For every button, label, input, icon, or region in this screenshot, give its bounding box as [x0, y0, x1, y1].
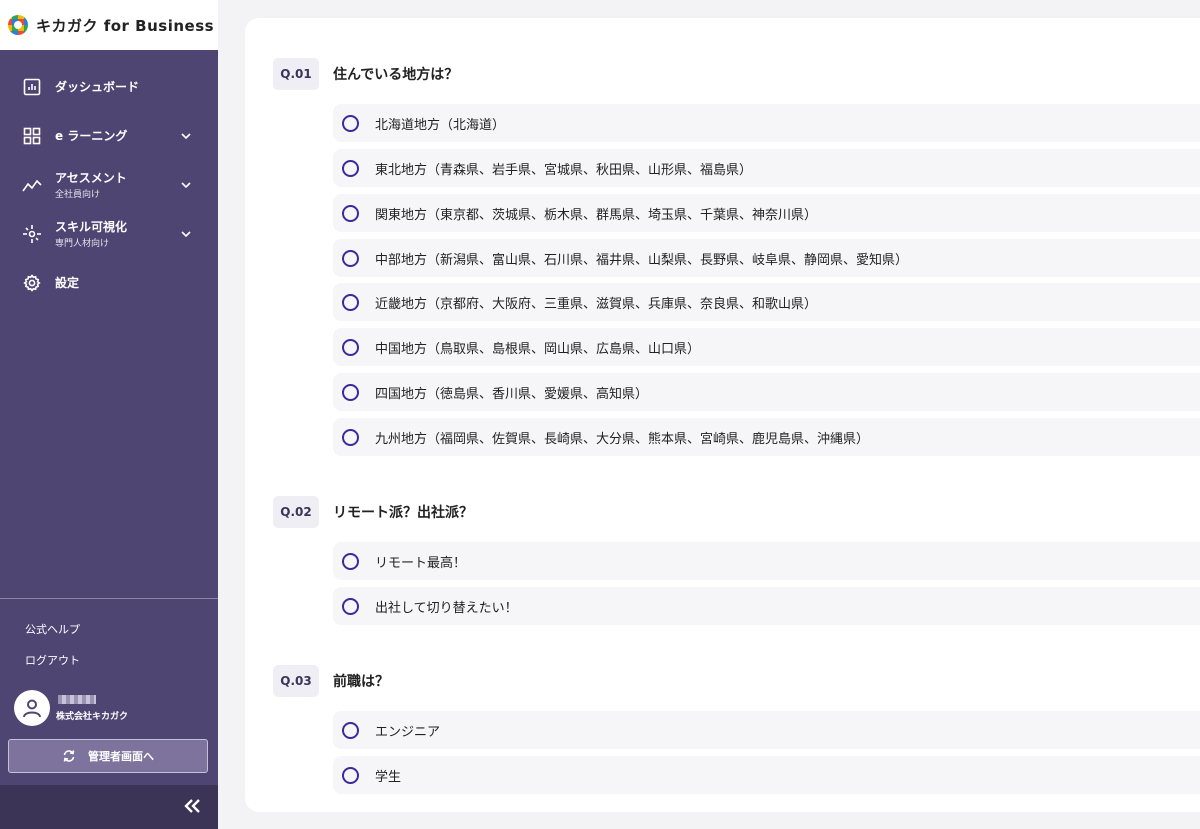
- company-name: 株式会社キカガク: [56, 711, 129, 722]
- answer-option[interactable]: 四国地方（徳島県、香川県、愛媛県、高知県）: [333, 373, 1200, 411]
- sidebar: キカガク for Business ダッシュボード e ラーニング アセスメント…: [0, 0, 218, 829]
- option-label: リモート最高！: [375, 555, 467, 571]
- nav-label: スキル可視化: [55, 220, 128, 234]
- radio-button[interactable]: [342, 293, 359, 311]
- option-label: エンジニア: [375, 724, 441, 740]
- sidebar-divider: [0, 598, 218, 599]
- nav-item-skill-visualization[interactable]: スキル可視化 専門人材向け: [0, 209, 218, 258]
- question-heading: Q.03 前職は？: [273, 665, 389, 697]
- answer-option[interactable]: リモート最高！: [333, 542, 1200, 580]
- answer-option[interactable]: 東北地方（青森県、岩手県、宮城県、秋田県、山形県、福島県）: [333, 149, 1200, 187]
- answer-option[interactable]: 中部地方（新潟県、富山県、石川県、福井県、山梨県、長野県、岐阜県、静岡県、愛知県…: [333, 239, 1200, 277]
- option-label: 中部地方（新潟県、富山県、石川県、福井県、山梨県、長野県、岐阜県、静岡県、愛知県…: [375, 252, 909, 268]
- answer-option[interactable]: 中国地方（鳥取県、島根県、岡山県、広島県、山口県）: [333, 328, 1200, 366]
- radio-button[interactable]: [342, 428, 359, 446]
- nav-menu: ダッシュボード e ラーニング アセスメント 全社員向け スキル可視化 専門人材…: [0, 62, 218, 307]
- logout-link[interactable]: ログアウト: [25, 652, 80, 668]
- radio-button[interactable]: [342, 249, 359, 267]
- answer-option[interactable]: 北海道地方（北海道）: [333, 104, 1200, 142]
- question-number: Q.03: [273, 665, 319, 697]
- chart-icon: [22, 77, 42, 97]
- answer-option[interactable]: 学生: [333, 756, 1200, 794]
- question-text: 前職は？: [333, 674, 389, 690]
- question-text: 住んでいる地方は？: [333, 67, 459, 83]
- option-label: 中国地方（鳥取県、島根県、岡山県、広島県、山口県）: [375, 341, 701, 357]
- nav-item-elearning[interactable]: e ラーニング: [0, 111, 218, 160]
- chevron-down-icon: [181, 230, 191, 237]
- nav-label: アセスメント: [55, 171, 127, 185]
- help-link[interactable]: 公式ヘルプ: [25, 621, 80, 637]
- radio-button[interactable]: [342, 766, 359, 784]
- chevron-down-icon: [181, 132, 191, 139]
- answer-option[interactable]: 出社して切り替えたい！: [333, 587, 1200, 625]
- radio-button[interactable]: [342, 597, 359, 615]
- nav-label: e ラーニング: [55, 129, 128, 143]
- spark-icon: [22, 224, 42, 244]
- trend-icon: [22, 175, 42, 195]
- option-label: 出社して切り替えたい！: [375, 600, 518, 616]
- option-label: 九州地方（福岡県、佐賀県、長崎県、大分県、熊本県、宮崎県、鹿児島県、沖縄県）: [375, 431, 870, 447]
- question-number: Q.01: [273, 58, 319, 90]
- user-profile[interactable]: 株式会社キカガク: [14, 690, 128, 726]
- nav-item-settings[interactable]: 設定: [0, 258, 218, 307]
- user-name-redacted: [58, 694, 96, 704]
- question-text: リモート派？出社派？: [333, 505, 473, 521]
- user-icon: [23, 699, 41, 718]
- option-label: 北海道地方（北海道）: [375, 117, 506, 133]
- option-label: 四国地方（徳島県、香川県、愛媛県、高知県）: [375, 386, 649, 402]
- nav-label: 設定: [55, 276, 80, 290]
- question-number: Q.02: [273, 496, 319, 528]
- answer-option[interactable]: 九州地方（福岡県、佐賀県、長崎県、大分県、熊本県、宮崎県、鹿児島県、沖縄県）: [333, 418, 1200, 456]
- gear-icon: [22, 273, 42, 293]
- nav-label: ダッシュボード: [55, 80, 140, 94]
- radio-button[interactable]: [342, 383, 359, 401]
- sync-icon: [63, 750, 75, 762]
- nav-sublabel: 全社員向け: [55, 190, 101, 200]
- brand-logo-icon: [8, 15, 28, 35]
- answer-option[interactable]: エンジニア: [333, 711, 1200, 749]
- radio-button[interactable]: [342, 204, 359, 222]
- option-label: 東北地方（青森県、岩手県、宮城県、秋田県、山形県、福島県）: [375, 162, 753, 178]
- nav-item-assessment[interactable]: アセスメント 全社員向け: [0, 160, 218, 209]
- brand-header[interactable]: キカガク for Business: [0, 0, 218, 50]
- option-label: 学生: [375, 769, 402, 785]
- admin-button-label: 管理者画面へ: [88, 750, 154, 763]
- option-label: 関東地方（東京都、茨城県、栃木県、群馬県、埼玉県、千葉県、神奈川県）: [375, 207, 818, 223]
- answer-option[interactable]: 関東地方（東京都、茨城県、栃木県、群馬県、埼玉県、千葉県、神奈川県）: [333, 194, 1200, 232]
- nav-sublabel: 専門人材向け: [55, 239, 110, 249]
- admin-screen-button[interactable]: 管理者画面へ: [8, 739, 208, 773]
- grid-icon: [22, 126, 42, 146]
- question-heading: Q.01 住んでいる地方は？: [273, 58, 458, 90]
- nav-item-dashboard[interactable]: ダッシュボード: [0, 62, 218, 111]
- brand-name: キカガク for Business: [36, 16, 215, 35]
- option-label: 近畿地方（京都府、大阪府、三重県、滋賀県、兵庫県、奈良県、和歌山県）: [375, 296, 818, 312]
- radio-button[interactable]: [342, 114, 359, 132]
- question-heading: Q.02 リモート派？出社派？: [273, 496, 473, 528]
- radio-button[interactable]: [342, 159, 359, 177]
- answer-option[interactable]: 近畿地方（京都府、大阪府、三重県、滋賀県、兵庫県、奈良県、和歌山県）: [333, 283, 1200, 321]
- avatar: [14, 690, 50, 726]
- radio-button[interactable]: [342, 721, 359, 739]
- radio-button[interactable]: [342, 338, 359, 356]
- collapse-bar: [0, 785, 218, 829]
- radio-button[interactable]: [342, 552, 359, 570]
- collapse-sidebar-icon[interactable]: [182, 796, 202, 816]
- chevron-down-icon: [181, 181, 191, 188]
